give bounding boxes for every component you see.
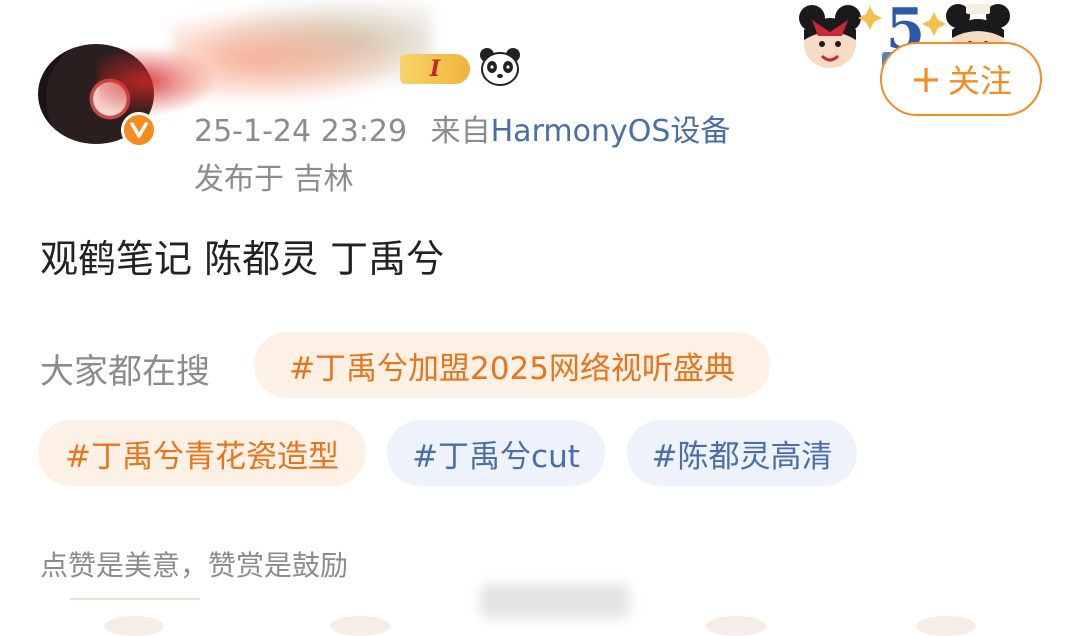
trending-tag[interactable]: #丁禹兮加盟2025网络视听盛典 (254, 332, 770, 398)
verified-icon (121, 112, 157, 148)
reward-avatar[interactable] (706, 616, 766, 636)
reward-note: 点赞是美意，赞赏是鼓励 (40, 549, 349, 582)
trending-tag-text: #丁禹兮青花瓷造型 (65, 438, 339, 475)
username-obscured[interactable] (172, 2, 432, 98)
trending-tag-text: #陈都灵高清 (651, 438, 833, 475)
reward-avatar[interactable] (916, 616, 976, 636)
trending-tag[interactable]: #丁禹兮青花瓷造型 (38, 420, 366, 486)
follow-button[interactable]: + 关注 (880, 42, 1042, 116)
trending-tag[interactable]: #丁禹兮cut (387, 420, 605, 486)
trending-label: 大家都在搜 (40, 352, 210, 392)
reward-list-obscured (480, 584, 630, 618)
reward-avatar[interactable] (330, 616, 390, 636)
trending-tag-text: #丁禹兮cut (412, 438, 580, 475)
follow-button-label: 关注 (947, 62, 1012, 100)
level-badge-label: I (429, 56, 441, 82)
divider (70, 598, 200, 600)
post-meta: 25-1-24 23:29 来自HarmonyOS设备 (194, 106, 730, 150)
post-timestamp: 25-1-24 23:29 (194, 114, 408, 149)
post-source-prefix: 来自 (430, 114, 491, 149)
reward-avatar[interactable] (104, 616, 164, 636)
plus-icon: + (910, 57, 942, 101)
trending-tag-text: #丁禹兮加盟2025网络视听盛典 (289, 350, 735, 387)
panda-icon (480, 48, 520, 86)
trending-tag[interactable]: #陈都灵高清 (627, 420, 857, 486)
post-body-text: 观鹤笔记 陈都灵 丁禹兮 (40, 237, 445, 281)
level-badge: I (400, 54, 470, 84)
post-location: 发布于 吉林 (194, 162, 354, 197)
post-source-link[interactable]: HarmonyOS设备 (491, 114, 731, 149)
